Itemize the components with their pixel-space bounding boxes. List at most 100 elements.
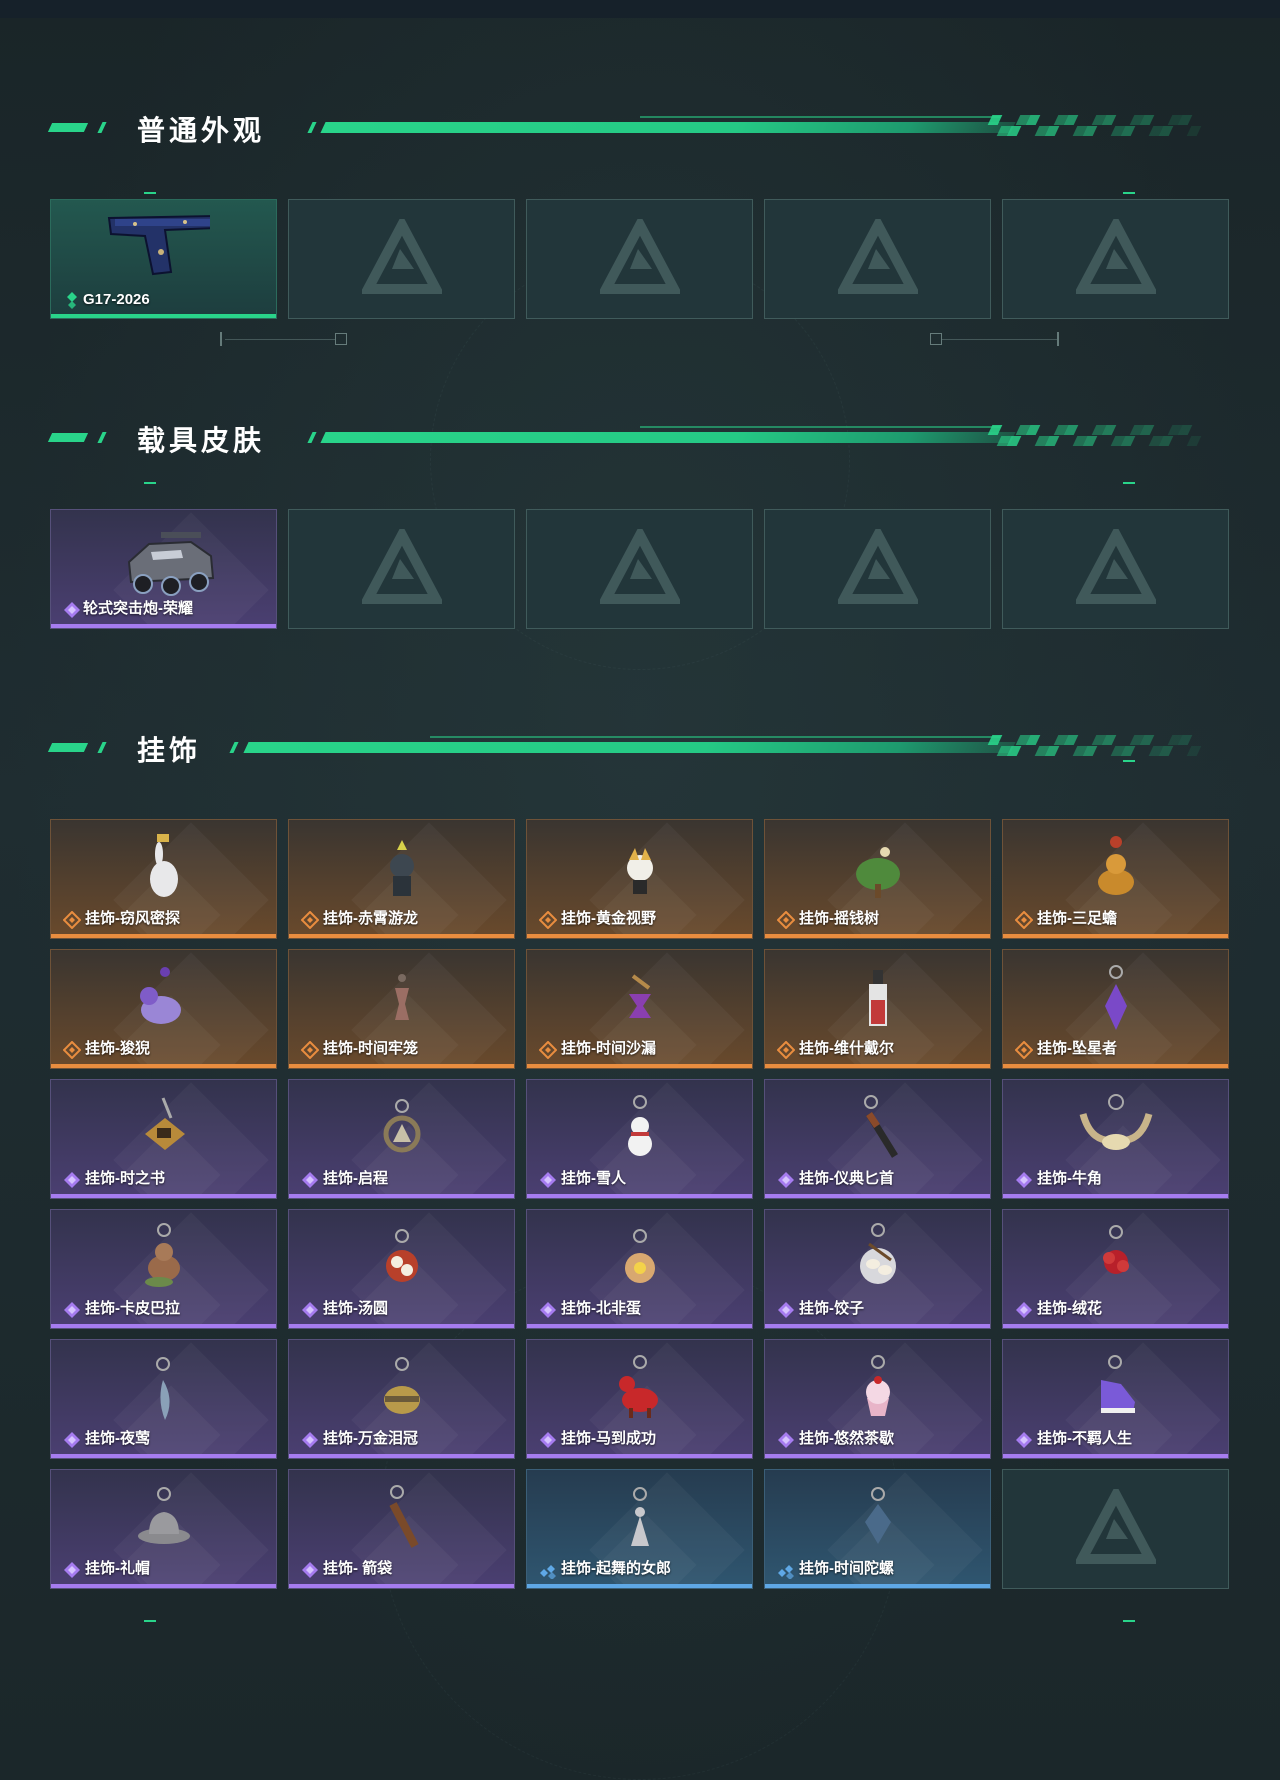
triangle-logo-icon xyxy=(1073,1484,1158,1569)
corner-marker xyxy=(144,192,156,194)
item-card[interactable]: 挂饰-窃风密探 xyxy=(50,819,277,939)
quiver-charm-icon xyxy=(388,1485,419,1548)
egg-dish-charm-icon xyxy=(624,1229,655,1283)
rarity-diamond-icon xyxy=(302,1432,318,1448)
item-card[interactable]: 挂饰-狻猊 xyxy=(50,949,277,1069)
triangle-logo-icon xyxy=(835,524,920,609)
rarity-diamond-icon xyxy=(777,1041,795,1059)
divider-square xyxy=(930,333,942,345)
item-card[interactable]: 挂饰-时间沙漏 xyxy=(526,949,753,1069)
item-card[interactable]: G17-2026 xyxy=(50,199,277,319)
item-card[interactable]: 挂饰-饺子 xyxy=(764,1209,991,1329)
item-card[interactable]: 挂饰-万金泪冠 xyxy=(288,1339,515,1459)
item-card[interactable]: 挂饰-牛角 xyxy=(1002,1079,1229,1199)
rarity-bar xyxy=(765,1584,990,1588)
empty-slot xyxy=(288,199,515,319)
rarity-diamond-icon xyxy=(778,1172,794,1188)
rarity-bar xyxy=(289,1324,514,1328)
item-name: 挂饰-启程 xyxy=(323,1170,388,1187)
item-card[interactable]: 挂饰-赤霄游龙 xyxy=(288,819,515,939)
header-thin-line xyxy=(430,736,1000,738)
corner-marker xyxy=(1123,1620,1135,1622)
header-accent xyxy=(97,122,107,133)
item-card[interactable]: 挂饰-黄金视野 xyxy=(526,819,753,939)
rarity-bar xyxy=(527,1064,752,1068)
spinning-top-charm-icon xyxy=(864,1487,891,1544)
item-card[interactable]: 挂饰-起舞的女郎 xyxy=(526,1469,753,1589)
section-title: 挂饰 xyxy=(137,735,202,766)
section-header: 挂饰 xyxy=(0,727,1280,777)
rarity-bar xyxy=(51,1454,276,1458)
empty-slot xyxy=(1002,1469,1229,1589)
hourglass-charm-icon xyxy=(628,974,651,1018)
empty-slot xyxy=(764,509,991,629)
rarity-bar xyxy=(527,1194,752,1198)
header-accent xyxy=(47,743,89,752)
rarity-bar xyxy=(765,1064,990,1068)
item-card[interactable]: 挂饰-三足蟾 xyxy=(1002,819,1229,939)
item-card[interactable]: 挂饰-时间陀螺 xyxy=(764,1469,991,1589)
corner-marker xyxy=(144,482,156,484)
rarity-diamond-icon xyxy=(64,1302,80,1318)
section-title: 普通外观 xyxy=(137,115,266,146)
corner-marker xyxy=(144,1620,156,1622)
header-line xyxy=(320,122,1016,133)
section-header: 载具皮肤 xyxy=(0,417,1280,467)
header-accent xyxy=(47,433,89,442)
rarity-bar xyxy=(527,1454,752,1458)
rarity-bar xyxy=(765,1194,990,1198)
white-rabbit-charm-icon xyxy=(149,834,178,897)
item-card[interactable]: 挂饰-绒花 xyxy=(1002,1209,1229,1329)
item-name: 挂饰-礼帽 xyxy=(85,1560,150,1577)
sneaker-charm-icon xyxy=(1100,1355,1135,1413)
empty-slot xyxy=(1002,509,1229,629)
item-card[interactable]: 挂饰-坠星者 xyxy=(1002,949,1229,1069)
item-name: 挂饰-饺子 xyxy=(799,1300,864,1317)
weapon-grid: G17-2026 xyxy=(50,199,1230,319)
item-card[interactable]: 挂饰-维什戴尔 xyxy=(764,949,991,1069)
rarity-diamond-icon xyxy=(778,1432,794,1448)
rarity-bar xyxy=(289,934,514,938)
item-card[interactable]: 轮式突击炮-荣耀 xyxy=(50,509,277,629)
rarity-diamond-icon xyxy=(63,911,81,929)
triangle-logo-icon xyxy=(597,214,682,299)
item-name: 挂饰-赤霄游龙 xyxy=(323,910,418,927)
dancer-charm-icon xyxy=(630,1487,649,1546)
item-card[interactable]: 挂饰-北非蛋 xyxy=(526,1209,753,1329)
item-name: G17-2026 xyxy=(83,291,150,308)
item-card[interactable]: 挂饰-夜莺 xyxy=(50,1339,277,1459)
item-card[interactable]: 挂饰-雪人 xyxy=(526,1079,753,1199)
item-card[interactable]: 挂饰-启程 xyxy=(288,1079,515,1199)
money-tree-charm-icon xyxy=(855,847,900,898)
item-card[interactable]: 挂饰-时之书 xyxy=(50,1079,277,1199)
item-card[interactable]: 挂饰-卡皮巴拉 xyxy=(50,1209,277,1329)
item-card[interactable]: 挂饰-汤圆 xyxy=(288,1209,515,1329)
item-name: 挂饰-窃风密探 xyxy=(85,910,180,927)
item-card[interactable]: 挂饰-礼帽 xyxy=(50,1469,277,1589)
rarity-bar xyxy=(765,1324,990,1328)
item-card[interactable]: 挂饰-悠然茶歇 xyxy=(764,1339,991,1459)
item-card[interactable]: 挂饰-时间牢笼 xyxy=(288,949,515,1069)
item-name: 轮式突击炮-荣耀 xyxy=(83,600,193,617)
section-weapon-skins: 普通外观 G17-2026 xyxy=(0,107,1280,346)
item-card[interactable]: 挂饰-摇钱树 xyxy=(764,819,991,939)
rarity-diamond-icon xyxy=(301,1041,319,1059)
red-tag-charm-icon xyxy=(868,970,887,1026)
item-card[interactable]: 挂饰-不羁人生 xyxy=(1002,1339,1229,1459)
item-name: 挂饰-绒花 xyxy=(1037,1300,1102,1317)
header-accent xyxy=(307,122,317,133)
rarity-bar xyxy=(51,314,276,318)
item-card[interactable]: 挂饰- 箭袋 xyxy=(288,1469,515,1589)
rarity-diamond-icon xyxy=(63,1041,81,1059)
item-name: 挂饰-卡皮巴拉 xyxy=(85,1300,180,1317)
item-card[interactable]: 挂饰-马到成功 xyxy=(526,1339,753,1459)
rarity-diamond-icon xyxy=(539,1041,557,1059)
rarity-diamond-icon xyxy=(540,1432,556,1448)
rarity-bar xyxy=(289,1454,514,1458)
purple-lion-charm-icon xyxy=(139,967,181,1024)
rarity-diamond-icon xyxy=(539,911,557,929)
triangle-logo-icon xyxy=(597,524,682,609)
item-name: 挂饰-时间牢笼 xyxy=(323,1040,418,1057)
red-flower-charm-icon xyxy=(1102,1225,1129,1274)
item-card[interactable]: 挂饰-仪典匕首 xyxy=(764,1079,991,1199)
